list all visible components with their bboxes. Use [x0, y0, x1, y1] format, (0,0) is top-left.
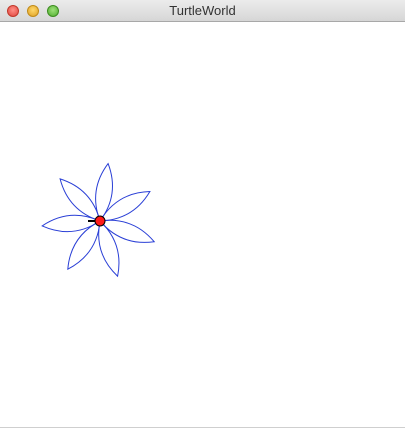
flower-petal [95, 162, 113, 223]
flower-petal [99, 219, 156, 243]
flower-petal [67, 220, 101, 271]
flower-petal [99, 190, 151, 222]
flower-petal [59, 178, 101, 222]
console-strip [0, 427, 405, 431]
drawing-canvas[interactable] [0, 22, 405, 427]
turtleworld-window: TurtleWorld [0, 0, 405, 431]
window-title: TurtleWorld [169, 3, 236, 18]
turtle-body [94, 215, 106, 227]
title-bar[interactable]: TurtleWorld [0, 0, 405, 22]
